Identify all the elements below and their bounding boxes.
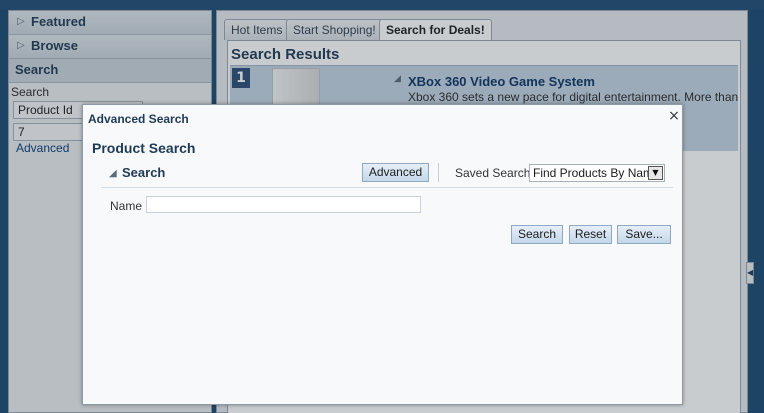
close-icon[interactable]: × <box>667 109 681 123</box>
product-search-heading: Product Search <box>92 140 196 156</box>
chevron-down-icon[interactable]: ▼ <box>648 166 663 180</box>
save-button[interactable]: Save... <box>617 225 671 244</box>
collapse-triangle-icon[interactable]: ◢ <box>109 168 117 179</box>
toolbar-divider <box>438 163 439 182</box>
section-divider <box>101 187 673 188</box>
saved-search-select[interactable]: Find Products By Name ▼ <box>529 164 665 182</box>
dialog-title: Advanced Search <box>88 112 189 126</box>
advanced-button[interactable]: Advanced <box>362 163 429 182</box>
name-input[interactable] <box>146 196 421 213</box>
saved-search-value: Find Products By Name <box>533 166 660 180</box>
saved-search-label: Saved Search <box>455 166 531 180</box>
search-section-header[interactable]: Search <box>122 165 165 180</box>
name-label: Name <box>110 199 143 213</box>
search-button[interactable]: Search <box>511 225 563 244</box>
advanced-search-dialog: Advanced Search × Product Search ◢ Searc… <box>82 104 683 405</box>
reset-button[interactable]: Reset <box>569 225 612 244</box>
